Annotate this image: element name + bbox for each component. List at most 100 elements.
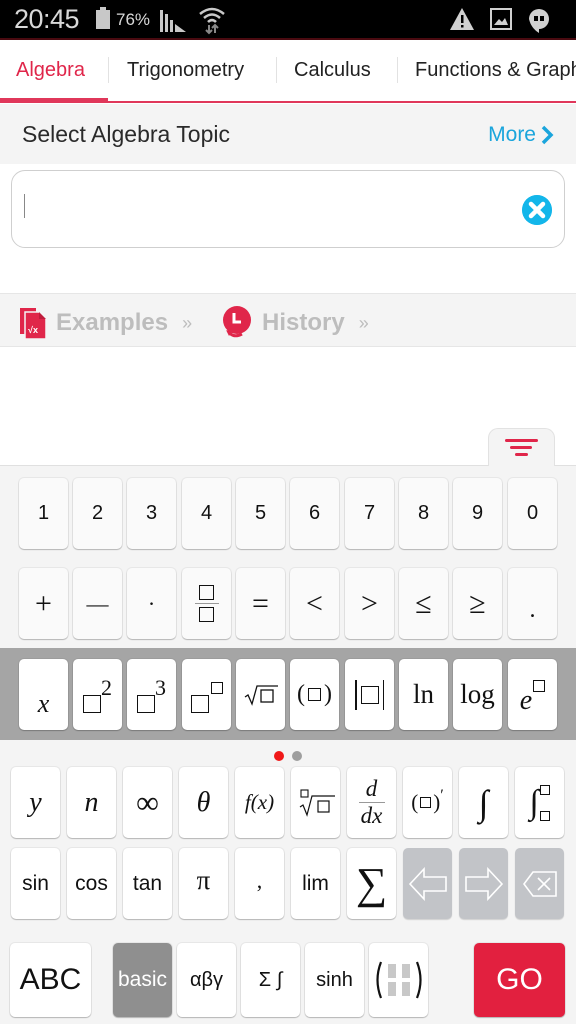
key-1[interactable]: 1 bbox=[19, 478, 68, 549]
tab-calculus[interactable]: Calculus bbox=[294, 40, 371, 100]
key-integral-label: ∫ bbox=[478, 782, 489, 823]
fraction-numerator-placeholder bbox=[199, 585, 214, 600]
tab-algebra[interactable]: Algebra bbox=[16, 40, 85, 100]
examples-button[interactable]: √x Examples » bbox=[18, 306, 192, 340]
prime-mark: ′ bbox=[440, 786, 444, 804]
history-button[interactable]: History » bbox=[222, 306, 369, 340]
key-less-equal[interactable]: ≤ bbox=[399, 568, 448, 639]
warning-icon bbox=[450, 8, 474, 30]
key-cursor-right[interactable] bbox=[459, 848, 508, 919]
key-5[interactable]: 5 bbox=[236, 478, 285, 549]
status-time: 20:45 bbox=[14, 4, 80, 34]
key-sqrt[interactable] bbox=[236, 659, 285, 730]
tab-trigonometry[interactable]: Trigonometry bbox=[127, 40, 244, 100]
fraction-bar bbox=[194, 603, 219, 604]
key-equals[interactable]: = bbox=[236, 568, 285, 639]
keyboard-toggle-button[interactable] bbox=[488, 428, 555, 466]
key-fraction[interactable] bbox=[182, 568, 231, 639]
key-plus[interactable]: + bbox=[19, 568, 68, 639]
key-exp[interactable]: e bbox=[508, 659, 557, 730]
battery-icon bbox=[96, 7, 110, 29]
key-prime[interactable]: () ′ bbox=[403, 767, 452, 838]
key-integral[interactable]: ∫ bbox=[459, 767, 508, 838]
key-derivative-d-dx[interactable]: d dx bbox=[347, 767, 396, 838]
abs-bar-right bbox=[382, 679, 384, 710]
key-ln-label: ln bbox=[412, 679, 434, 709]
examples-label: Examples bbox=[56, 309, 169, 336]
key-hyperbolic-mode[interactable]: sinh bbox=[305, 943, 364, 1017]
key-nth-root[interactable] bbox=[291, 767, 340, 838]
key-lim[interactable]: lim bbox=[291, 848, 340, 919]
key-parentheses[interactable]: () bbox=[290, 659, 339, 730]
dx-denominator: dx bbox=[360, 803, 383, 828]
key-greek-mode[interactable]: αβγ bbox=[177, 943, 236, 1017]
topic-title[interactable]: Select Algebra Topic bbox=[22, 121, 230, 148]
key-9[interactable]: 9 bbox=[453, 478, 502, 549]
key-ln[interactable]: ln bbox=[399, 659, 448, 730]
key-cube[interactable]: 3 bbox=[127, 659, 176, 730]
abs-placeholder bbox=[360, 685, 379, 704]
more-button[interactable]: More bbox=[488, 123, 554, 147]
key-greater-equal[interactable]: ≥ bbox=[453, 568, 502, 639]
base-placeholder bbox=[190, 694, 209, 713]
key-y[interactable]: y bbox=[11, 767, 60, 838]
math-input-field[interactable] bbox=[11, 170, 565, 248]
key-basic-mode[interactable]: basic bbox=[113, 943, 172, 1017]
key-cos[interactable]: cos bbox=[67, 848, 116, 919]
key-cursor-left[interactable] bbox=[403, 848, 452, 919]
integral-sign: ∫ bbox=[529, 783, 539, 821]
key-y-label: y bbox=[29, 786, 42, 818]
key-definite-integral[interactable]: ∫ bbox=[515, 767, 564, 838]
key-sum-integral-mode[interactable]: Σ ∫ bbox=[241, 943, 300, 1017]
key-matrix-mode[interactable] bbox=[369, 943, 428, 1017]
clear-icon[interactable] bbox=[522, 195, 552, 225]
exponent-placeholder bbox=[210, 681, 223, 694]
key-n-label: n bbox=[84, 786, 99, 818]
history-label: History bbox=[262, 309, 345, 336]
key-comma[interactable]: , bbox=[235, 848, 284, 919]
chevron-right-icon bbox=[541, 125, 554, 145]
key-backspace[interactable] bbox=[515, 848, 564, 919]
key-function-fx[interactable]: f(x) bbox=[235, 767, 284, 838]
arrow-right-icon bbox=[464, 866, 503, 901]
matrix-icon bbox=[375, 961, 422, 999]
key-tan[interactable]: tan bbox=[123, 848, 172, 919]
key-square[interactable]: 2 bbox=[73, 659, 122, 730]
go-button[interactable]: GO bbox=[474, 943, 565, 1017]
page-dot[interactable] bbox=[292, 751, 302, 761]
key-4[interactable]: 4 bbox=[182, 478, 231, 549]
key-fx-label: f(x) bbox=[244, 790, 275, 814]
d-numerator: d bbox=[365, 776, 378, 801]
key-3[interactable]: 3 bbox=[127, 478, 176, 549]
key-greater-than[interactable]: > bbox=[345, 568, 394, 639]
open-paren: ( bbox=[411, 790, 419, 814]
key-decimal[interactable]: . bbox=[508, 568, 557, 639]
key-multiply-dot[interactable]: · bbox=[127, 568, 176, 639]
key-n[interactable]: n bbox=[67, 767, 116, 838]
exponent-2: 2 bbox=[101, 674, 112, 700]
key-6[interactable]: 6 bbox=[290, 478, 339, 549]
key-less-than[interactable]: < bbox=[290, 568, 339, 639]
key-x[interactable]: x bbox=[19, 659, 68, 730]
abs-bar-left bbox=[355, 679, 357, 710]
key-abc[interactable]: ABC bbox=[10, 943, 91, 1017]
key-infinity[interactable]: ∞ bbox=[123, 767, 172, 838]
tab-functions-graphs[interactable]: Functions & Graphs bbox=[415, 40, 576, 100]
history-icon bbox=[223, 306, 251, 338]
key-log[interactable]: log bbox=[453, 659, 502, 730]
key-8[interactable]: 8 bbox=[399, 478, 448, 549]
key-minus[interactable]: — bbox=[73, 568, 122, 639]
arrow-left-icon bbox=[408, 866, 447, 901]
examples-history-bar: √x Examples » History » bbox=[0, 293, 576, 347]
key-absolute-value[interactable] bbox=[345, 659, 394, 730]
page-dot-active[interactable] bbox=[274, 751, 284, 761]
key-pi[interactable]: π bbox=[179, 848, 228, 919]
key-7[interactable]: 7 bbox=[345, 478, 394, 549]
topic-tabs: Algebra Trigonometry Calculus Functions … bbox=[0, 40, 576, 104]
key-sin[interactable]: sin bbox=[11, 848, 60, 919]
key-theta[interactable]: θ bbox=[179, 767, 228, 838]
key-power[interactable] bbox=[182, 659, 231, 730]
key-sum[interactable]: ∑ bbox=[347, 848, 396, 919]
key-0[interactable]: 0 bbox=[508, 478, 557, 549]
key-2[interactable]: 2 bbox=[73, 478, 122, 549]
